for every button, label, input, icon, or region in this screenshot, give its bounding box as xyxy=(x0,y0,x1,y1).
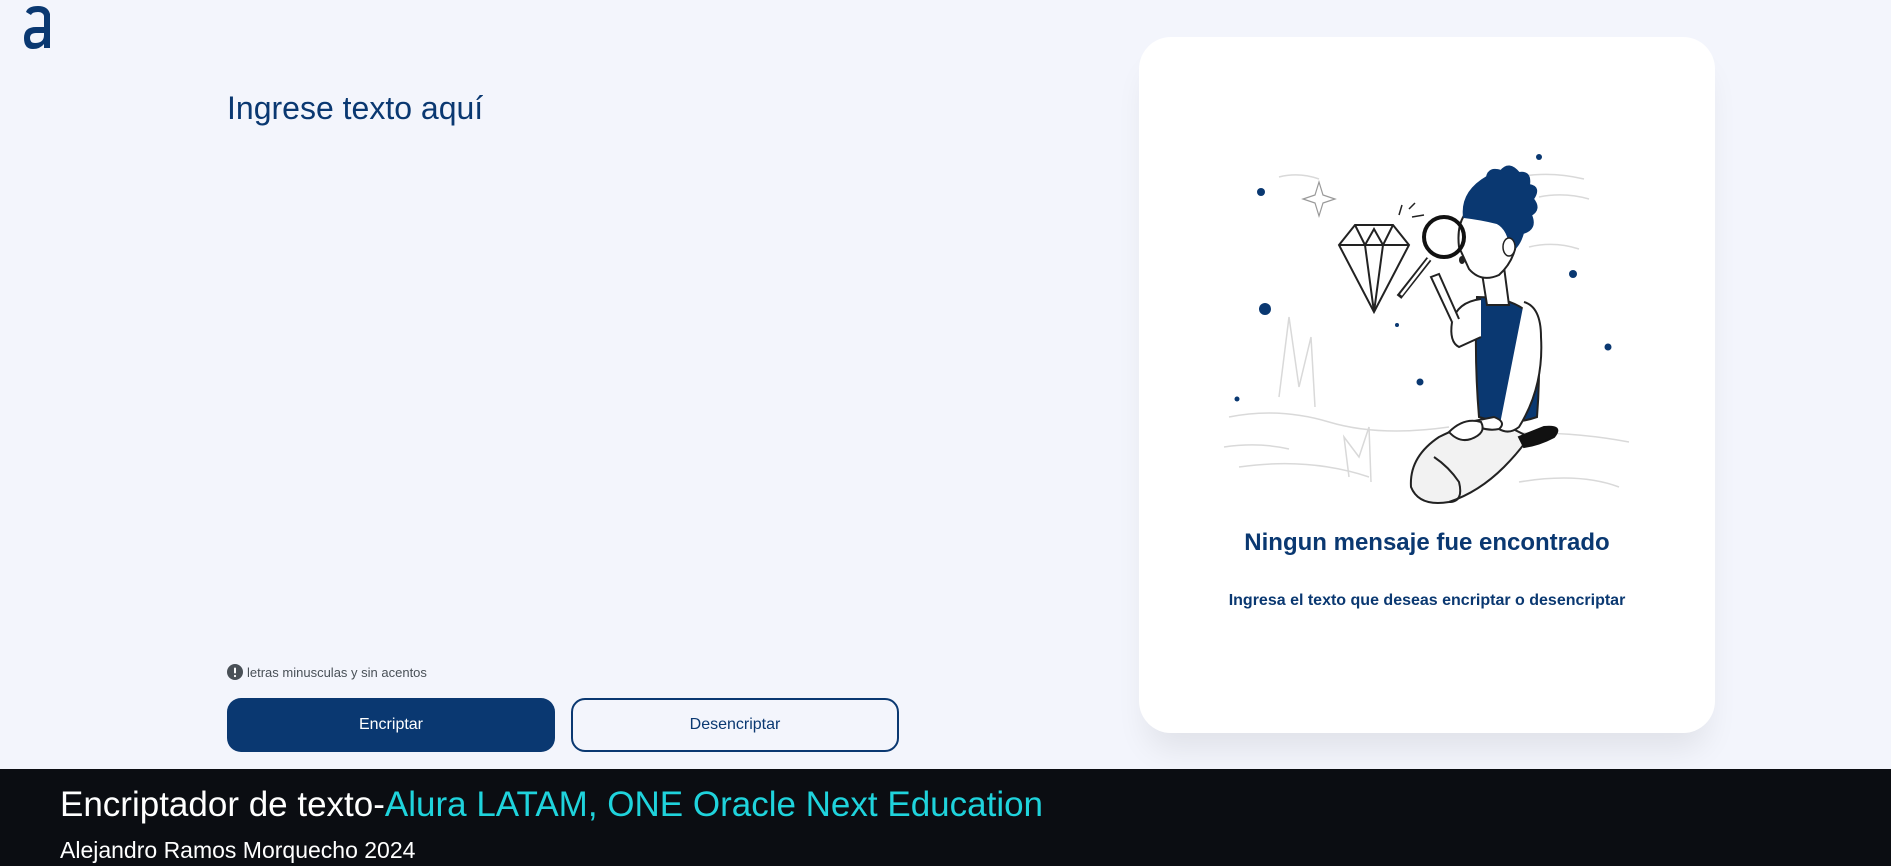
alura-logo xyxy=(24,6,50,49)
encrypt-button[interactable]: Encriptar xyxy=(227,698,555,752)
hint-text: letras minusculas y sin acentos xyxy=(247,664,427,680)
footer-title: Encriptador de texto-Alura LATAM, ONE Or… xyxy=(60,785,1043,825)
card-title: Ningun mensaje fue encontrado xyxy=(1244,529,1610,556)
footer-title-accent: Alura LATAM, ONE Oracle Next Education xyxy=(384,785,1044,824)
card-subtitle: Ingresa el texto que deseas encriptar o … xyxy=(1228,592,1626,609)
footer: Encriptador de texto-Alura LATAM, ONE Or… xyxy=(0,769,1891,866)
empty-state-illustration xyxy=(1223,154,1630,504)
input-hint: letras minusculas y sin acentos xyxy=(227,664,427,680)
footer-credit: Alejandro Ramos Morquecho 2024 xyxy=(60,837,416,863)
footer-title-main: Encriptador de texto- xyxy=(60,785,385,824)
page: letras minusculas y sin acentos Encripta… xyxy=(0,0,1891,866)
text-input[interactable] xyxy=(227,90,897,630)
output-card: Ningun mensaje fue encontrado Ingresa el… xyxy=(1139,37,1715,733)
decrypt-button[interactable]: Desencriptar xyxy=(571,698,899,752)
exclamation-circle-icon xyxy=(227,664,243,680)
